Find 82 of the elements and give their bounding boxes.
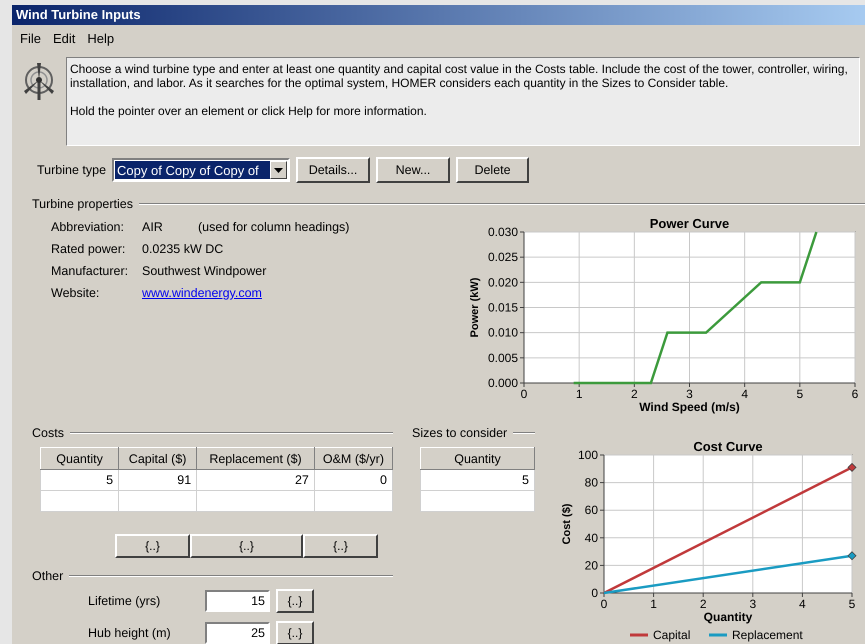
column-header[interactable]: Replacement ($) xyxy=(196,448,314,470)
tick-label: 5 xyxy=(848,597,856,611)
field-label: Lifetime (yrs) xyxy=(88,594,162,608)
legend-label: Capital xyxy=(653,628,690,642)
tick-label: 0.030 xyxy=(488,225,518,239)
tick-label: 40 xyxy=(584,530,598,545)
property-value: Southwest Windpower xyxy=(142,264,266,278)
tick-label: 2 xyxy=(700,597,707,611)
data-point xyxy=(847,462,857,472)
property-label: Rated power: xyxy=(51,242,126,256)
edit-values-button[interactable]: {..} xyxy=(190,534,303,558)
tick-label: 0 xyxy=(520,387,528,401)
dialog-button[interactable]: Delete xyxy=(456,157,530,184)
legend-swatch xyxy=(630,634,648,636)
menu-item[interactable]: Edit xyxy=(48,28,80,48)
tick-label: 0 xyxy=(600,597,608,611)
window-title: Wind Turbine Inputs xyxy=(12,5,865,25)
property-note: (used for column headings) xyxy=(198,220,350,234)
input-field[interactable]: 25 xyxy=(205,622,270,644)
dialog-button[interactable]: Details... xyxy=(296,157,370,184)
tick-label: 3 xyxy=(686,387,693,401)
edit-values-button[interactable]: {..} xyxy=(276,589,314,613)
tick-label: 0.010 xyxy=(488,326,518,340)
tick-label: 5 xyxy=(796,387,804,401)
tick-label: 0.005 xyxy=(488,350,518,365)
website-link[interactable]: www.windenergy.com xyxy=(142,286,262,300)
column-header[interactable]: Quantity xyxy=(420,448,534,470)
menu-item[interactable]: File xyxy=(16,28,45,48)
edit-values-button[interactable]: {..} xyxy=(303,534,378,558)
tick-label: 20 xyxy=(584,558,598,572)
info-text: Choose a wind turbine type and enter at least one quantity and capital cost value in the Costs table. Include the cost of the tower, controller, wiring, installation, and labor. As it searches for the optimal system, HOMER considers each quantity in the Sizes to Consider table. xyxy=(70,62,849,90)
axis-label: Power (kW) xyxy=(469,278,481,338)
group-title: Costs xyxy=(32,426,64,440)
axis-label: Quantity xyxy=(704,610,752,624)
field-label: Hub height (m) xyxy=(88,626,172,640)
chart-title: Power Curve xyxy=(650,216,730,231)
tick-label: 3 xyxy=(749,597,756,611)
property-value: 0.0235 kW DC xyxy=(142,242,224,256)
group-title: Other xyxy=(32,569,64,583)
property-label: Abbreviation: xyxy=(51,220,125,234)
tick-label: 100 xyxy=(578,448,598,462)
turbine-type-dropdown[interactable]: Copy of Copy of Copy of xyxy=(112,158,290,182)
tick-label: 0.015 xyxy=(488,300,518,314)
tick-label: 0.000 xyxy=(488,376,518,390)
tick-label: 4 xyxy=(799,597,806,611)
table-cell[interactable]: 27 xyxy=(196,470,314,490)
table-cell[interactable]: 5 xyxy=(420,470,534,490)
group-title: Sizes to consider xyxy=(412,426,508,440)
table-cell[interactable]: 5 xyxy=(40,470,119,490)
tick-label: 80 xyxy=(584,476,598,490)
property-value: AIR xyxy=(142,220,164,234)
chart-title: Cost Curve xyxy=(693,439,763,454)
menu-item[interactable]: Help xyxy=(83,28,118,48)
field-label: Turbine type xyxy=(37,163,106,178)
axis-label: Cost ($) xyxy=(561,504,573,544)
tick-label: 0 xyxy=(591,586,598,600)
info-text: Hold the pointer over an element or click Help for more information. xyxy=(70,104,428,118)
dialog-button[interactable]: New... xyxy=(376,157,450,184)
tick-label: 1 xyxy=(576,387,582,401)
table-cell[interactable]: 0 xyxy=(314,470,392,490)
property-label: Website: xyxy=(51,286,100,300)
caret-icon xyxy=(274,168,284,173)
tick-label: 0.020 xyxy=(488,275,518,290)
tick-label: 1 xyxy=(650,597,657,611)
axis-label: Wind Speed (m/s) xyxy=(639,400,740,414)
input-field[interactable]: 15 xyxy=(205,590,270,612)
tick-label: 60 xyxy=(584,503,598,518)
tick-label: 4 xyxy=(741,387,748,401)
edit-values-button[interactable]: {..} xyxy=(276,621,314,644)
column-header[interactable]: Quantity xyxy=(40,448,119,470)
group-title: Turbine properties xyxy=(32,197,133,212)
edit-values-button[interactable]: {..} xyxy=(115,534,190,558)
tick-label: 2 xyxy=(631,387,638,401)
tick-label: 0.025 xyxy=(488,250,518,264)
tick-label: 6 xyxy=(852,387,858,401)
data-point xyxy=(847,551,857,560)
column-header[interactable]: Capital ($) xyxy=(118,448,197,470)
table-cell[interactable]: 91 xyxy=(118,470,197,490)
legend-swatch xyxy=(709,634,727,636)
column-header[interactable]: O&M ($/yr) xyxy=(314,448,392,470)
legend-label: Replacement xyxy=(732,628,803,642)
property-label: Manufacturer: xyxy=(51,264,130,278)
